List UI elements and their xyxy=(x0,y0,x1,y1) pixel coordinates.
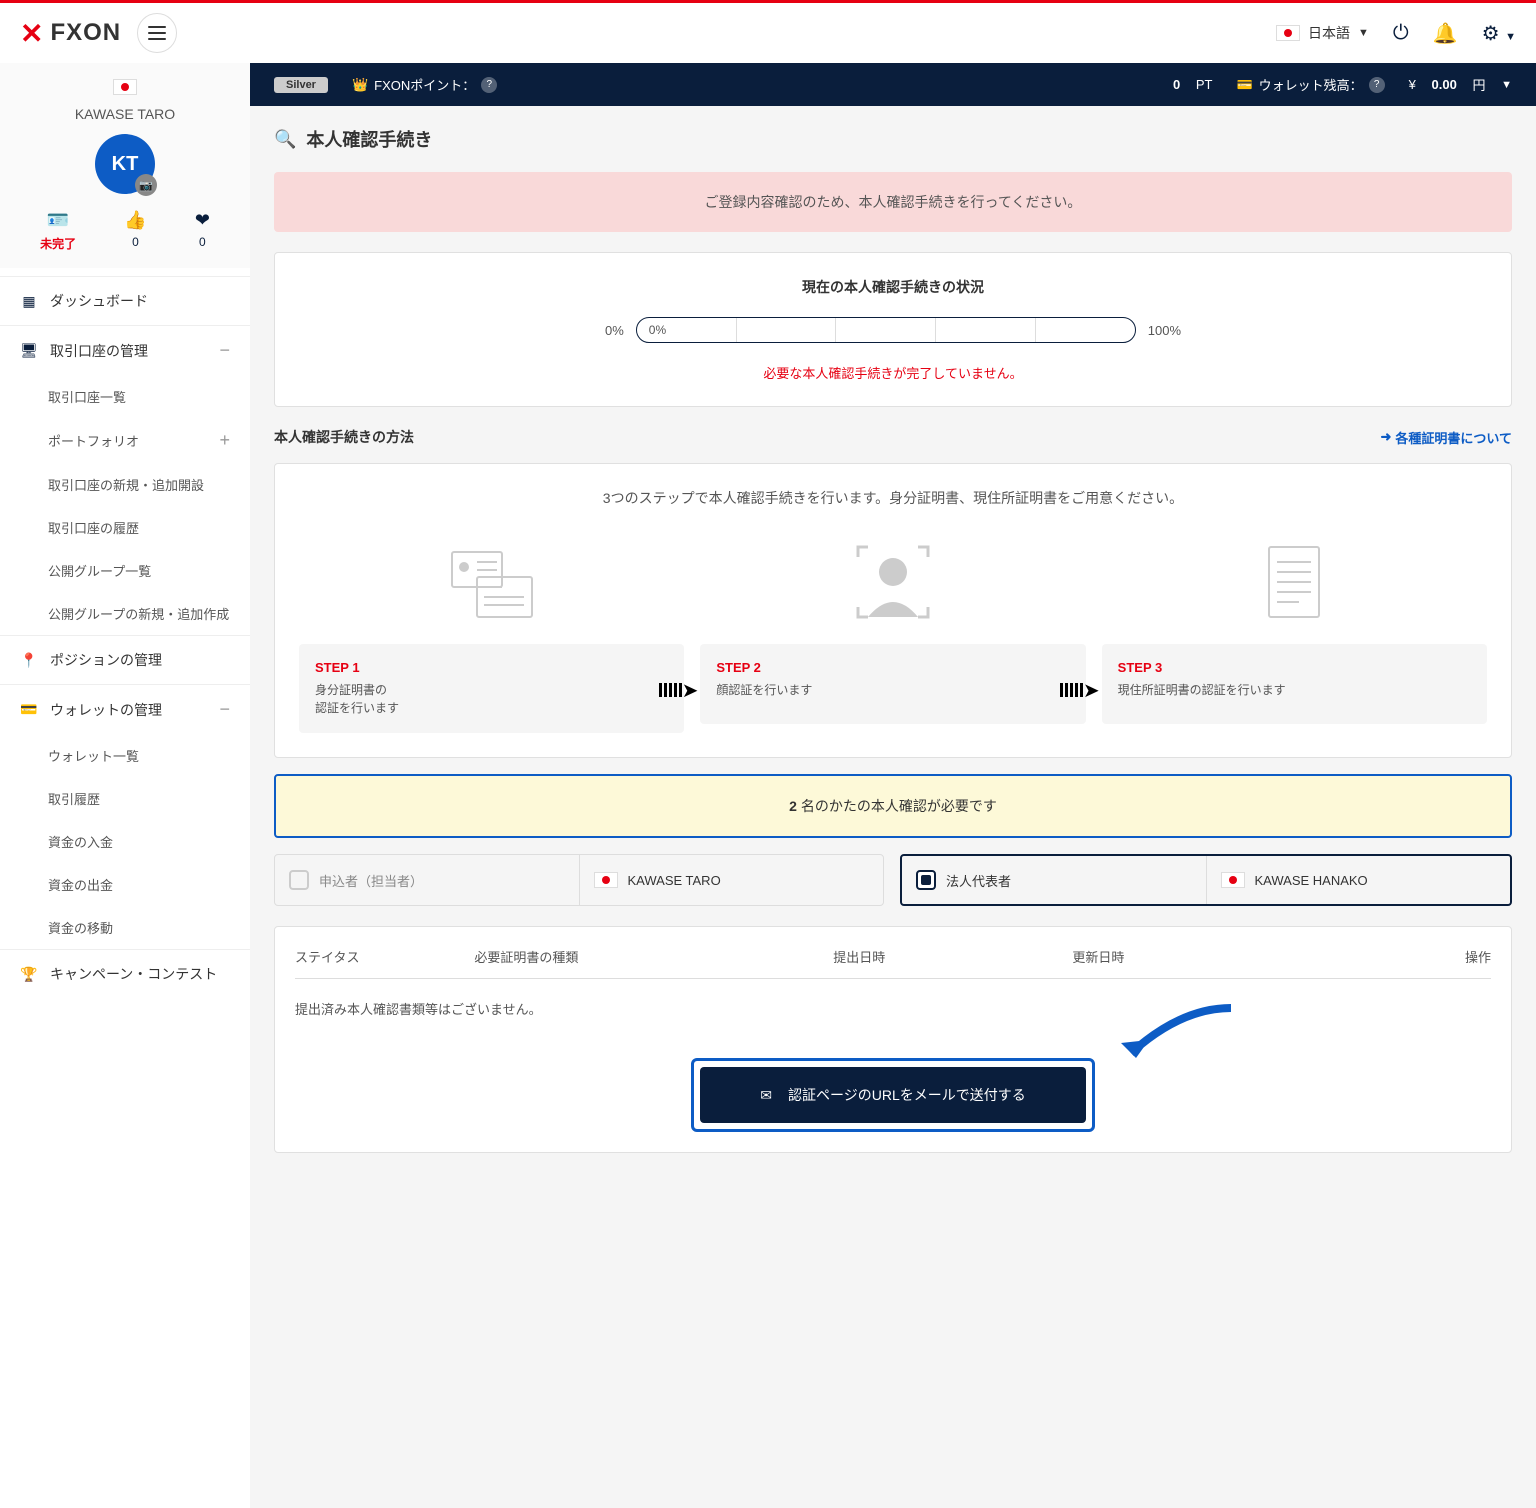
power-icon[interactable]: ⏻ xyxy=(1393,22,1409,45)
logo[interactable]: ✕FXON xyxy=(20,17,121,50)
checkbox-icon xyxy=(289,870,309,890)
stat-favorites[interactable]: ❤ 0 xyxy=(195,210,210,252)
sidebar: KAWASE TARO KT 📷 🪪 未完了 👍 0 ❤ 0 xyxy=(0,63,250,1508)
person-search-icon: 🔍 xyxy=(274,129,296,150)
notice-banner: ご登録内容確認のため、本人確認手続きを行ってください。 xyxy=(274,172,1512,232)
th-status: ステイタス xyxy=(295,947,474,966)
help-icon[interactable]: ? xyxy=(481,77,497,93)
face-scan-icon xyxy=(843,542,943,622)
send-url-button[interactable]: ✉ 認証ページのURLをメールで送付する xyxy=(700,1067,1085,1123)
stat-likes[interactable]: 👍 0 xyxy=(124,210,146,252)
th-type: 必要証明書の種類 xyxy=(474,947,833,966)
nav-new-account[interactable]: 取引口座の新規・追加開設 xyxy=(0,463,250,506)
checkbox-checked-icon xyxy=(916,870,936,890)
help-icon[interactable]: ? xyxy=(1369,77,1385,93)
camera-icon[interactable]: 📷 xyxy=(135,174,157,196)
nav-account-history[interactable]: 取引口座の履歴 xyxy=(0,506,250,549)
steps-card: 3つのステップで本人確認手続きを行います。身分証明書、現住所証明書をご用意くださ… xyxy=(274,463,1512,758)
flag-jp-icon xyxy=(1221,872,1245,888)
document-icon xyxy=(1244,542,1344,622)
language-selector[interactable]: 日本語 ▼ xyxy=(1276,23,1369,43)
nav-account-list[interactable]: 取引口座一覧 xyxy=(0,375,250,418)
nav-new-group[interactable]: 公開グループの新規・追加作成 xyxy=(0,592,250,635)
gear-icon[interactable]: ⚙ ▼ xyxy=(1482,21,1516,46)
bell-icon[interactable]: 🔔 xyxy=(1433,21,1458,46)
wallet-display: 💳 ウォレット残高： ? xyxy=(1236,75,1384,94)
person-card-representative[interactable]: 法人代表者 KAWASE HANAKO xyxy=(900,854,1512,906)
page-title: 🔍 本人確認手続き xyxy=(274,126,1512,152)
nav-position-mgmt[interactable]: 📍ポジションの管理 xyxy=(0,635,250,684)
progress-bar: 0% xyxy=(636,317,1136,343)
wallet-balance[interactable]: ¥ 0.00 円 ▼ xyxy=(1409,75,1512,94)
nav-deposit[interactable]: 資金の入金 xyxy=(0,820,250,863)
nav-transfer[interactable]: 資金の移動 xyxy=(0,906,250,949)
status-bar: Silver 👑 FXONポイント： ? 0 PT 💳 ウォレット残高： ? ¥… xyxy=(250,63,1536,106)
step-1: STEP 1 身分証明書の 認証を行います ➤ xyxy=(299,532,684,733)
nav-withdraw[interactable]: 資金の出金 xyxy=(0,863,250,906)
step-3: STEP 3 現住所証明書の認証を行います xyxy=(1102,532,1487,733)
flag-jp-icon xyxy=(594,872,618,888)
menu-toggle-button[interactable] xyxy=(137,13,177,53)
nav-wallet-mgmt[interactable]: 💳ウォレットの管理 − xyxy=(0,684,250,734)
cert-info-link[interactable]: ➜各種証明書について xyxy=(1380,428,1512,447)
avatar[interactable]: KT 📷 xyxy=(95,134,155,194)
th-submitted: 提出日時 xyxy=(833,947,1072,966)
id-card-icon xyxy=(442,542,542,622)
flag-jp-icon xyxy=(1276,25,1300,41)
header: ✕FXON 日本語 ▼ ⏻ 🔔 ⚙ ▼ xyxy=(0,3,1536,63)
nav-wallet-list[interactable]: ウォレット一覧 xyxy=(0,734,250,777)
user-name: KAWASE TARO xyxy=(16,106,234,122)
person-card-applicant[interactable]: 申込者（担当者） KAWASE TARO xyxy=(274,854,884,906)
nav-campaign[interactable]: 🏆キャンペーン・コンテスト xyxy=(0,949,250,998)
yellow-notice: 2 名のかたの本人確認が必要です xyxy=(274,774,1512,838)
nav-account-mgmt[interactable]: 🖥取引口座の管理 − xyxy=(0,325,250,375)
nav-group-list[interactable]: 公開グループ一覧 xyxy=(0,549,250,592)
section-title: 本人確認手続きの方法 xyxy=(274,427,414,447)
flag-jp-icon xyxy=(113,79,137,95)
progress-card: 現在の本人確認手続きの状況 0% 0% 100% 必要な本人確認手続きが完了して… xyxy=(274,252,1512,407)
nav-dashboard[interactable]: ▦ダッシュボード xyxy=(0,276,250,325)
empty-message: 提出済み本人確認書類等はございません。 xyxy=(295,979,1491,1038)
envelope-icon: ✉ xyxy=(760,1087,772,1104)
silver-badge: Silver xyxy=(274,77,328,93)
points-display: 👑 FXONポイント： ? xyxy=(352,75,497,94)
th-updated: 更新日時 xyxy=(1072,947,1311,966)
th-action: 操作 xyxy=(1312,947,1491,966)
nav-tx-history[interactable]: 取引履歴 xyxy=(0,777,250,820)
curved-arrow-icon xyxy=(1101,998,1241,1078)
nav-portfolio[interactable]: ポートフォリオ+ xyxy=(0,418,250,463)
step-2: STEP 2 顔認証を行います ➤ xyxy=(700,532,1085,733)
stat-verification[interactable]: 🪪 未完了 xyxy=(40,210,76,252)
documents-table: ステイタス 必要証明書の種類 提出日時 更新日時 操作 提出済み本人確認書類等は… xyxy=(274,926,1512,1153)
